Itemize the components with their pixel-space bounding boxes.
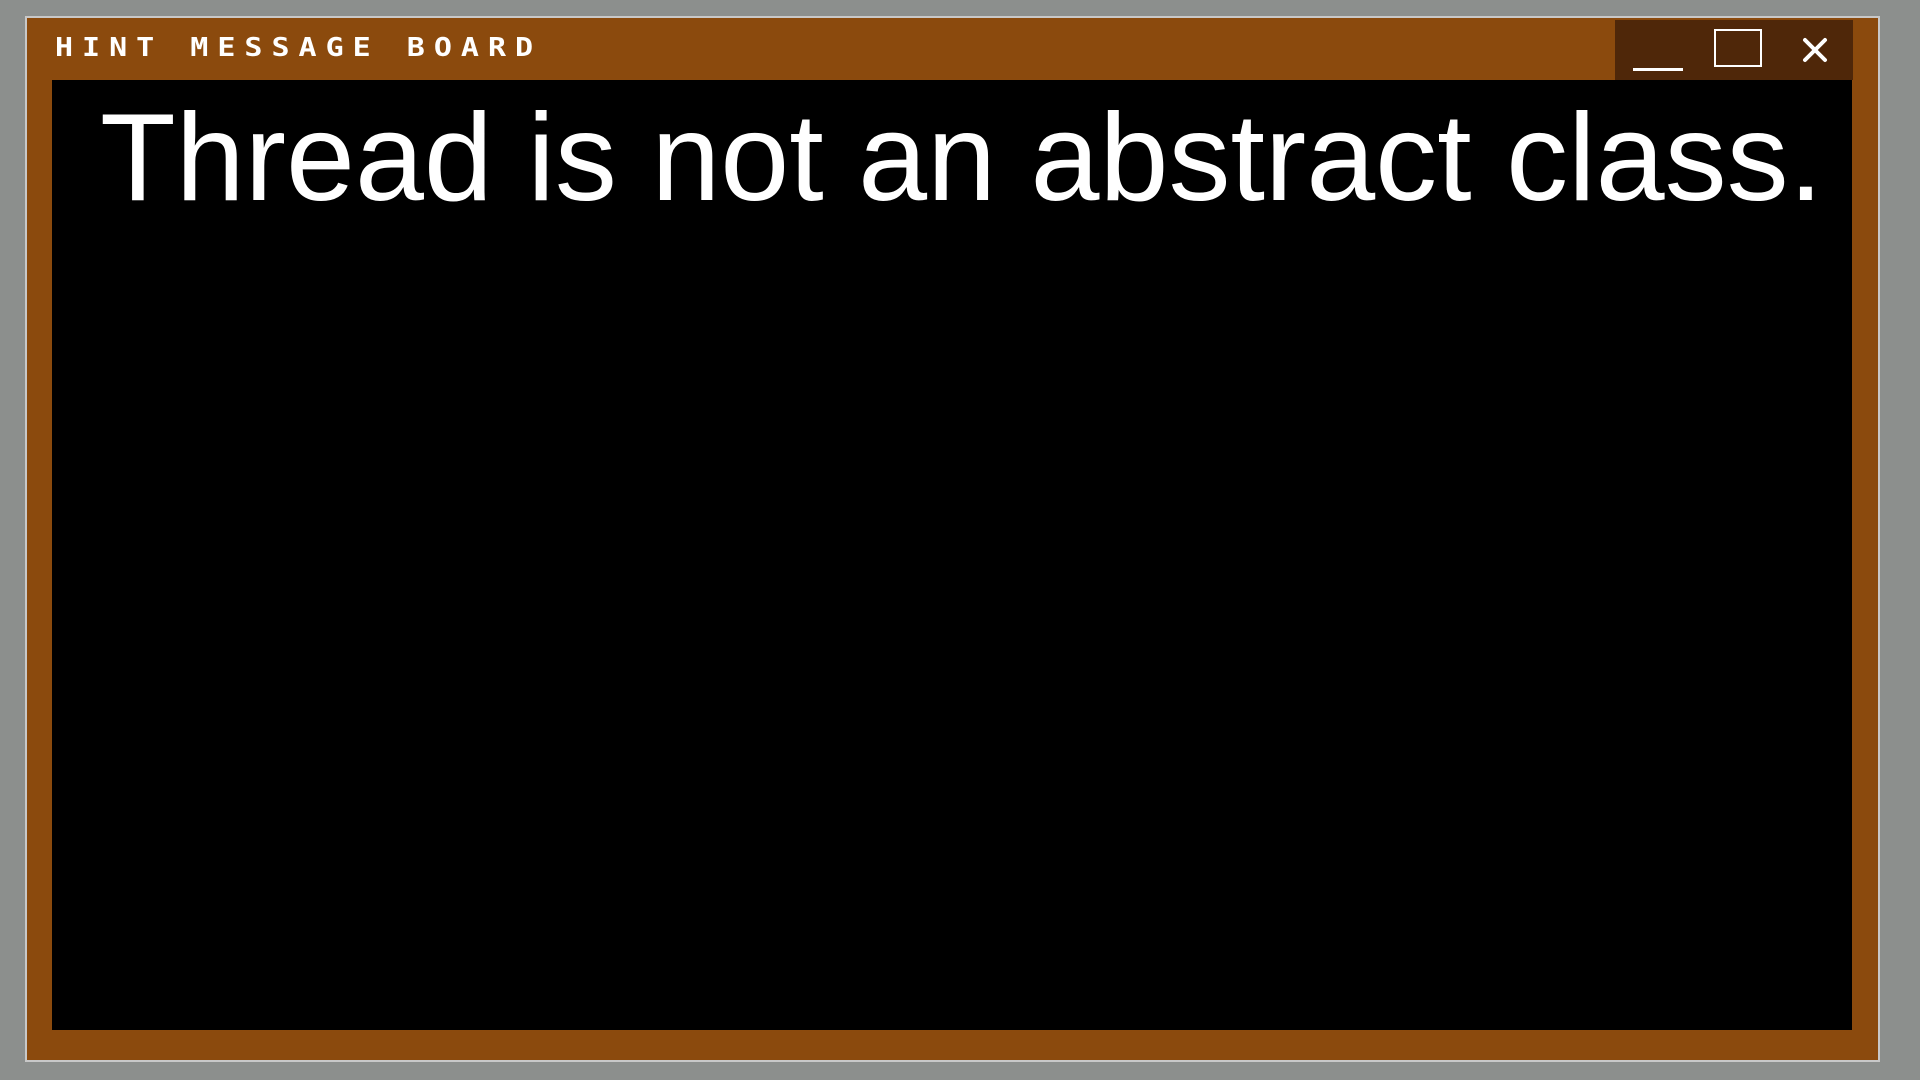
minimize-button[interactable] (1615, 20, 1695, 80)
hint-message: Thread is not an abstract class. (100, 89, 1824, 227)
close-icon (1803, 38, 1827, 62)
window-controls (1615, 20, 1853, 80)
minimize-icon (1633, 68, 1683, 71)
close-button[interactable] (1775, 20, 1855, 80)
message-area: Thread is not an abstract class. (52, 80, 1852, 1030)
maximize-icon (1714, 29, 1762, 67)
window-title: HINT MESSAGE BOARD (55, 33, 543, 63)
title-bar[interactable]: HINT MESSAGE BOARD (27, 18, 1878, 80)
maximize-button[interactable] (1695, 20, 1775, 80)
hint-message-board-window: HINT MESSAGE BOARD Thread is not an abst… (27, 18, 1878, 1060)
